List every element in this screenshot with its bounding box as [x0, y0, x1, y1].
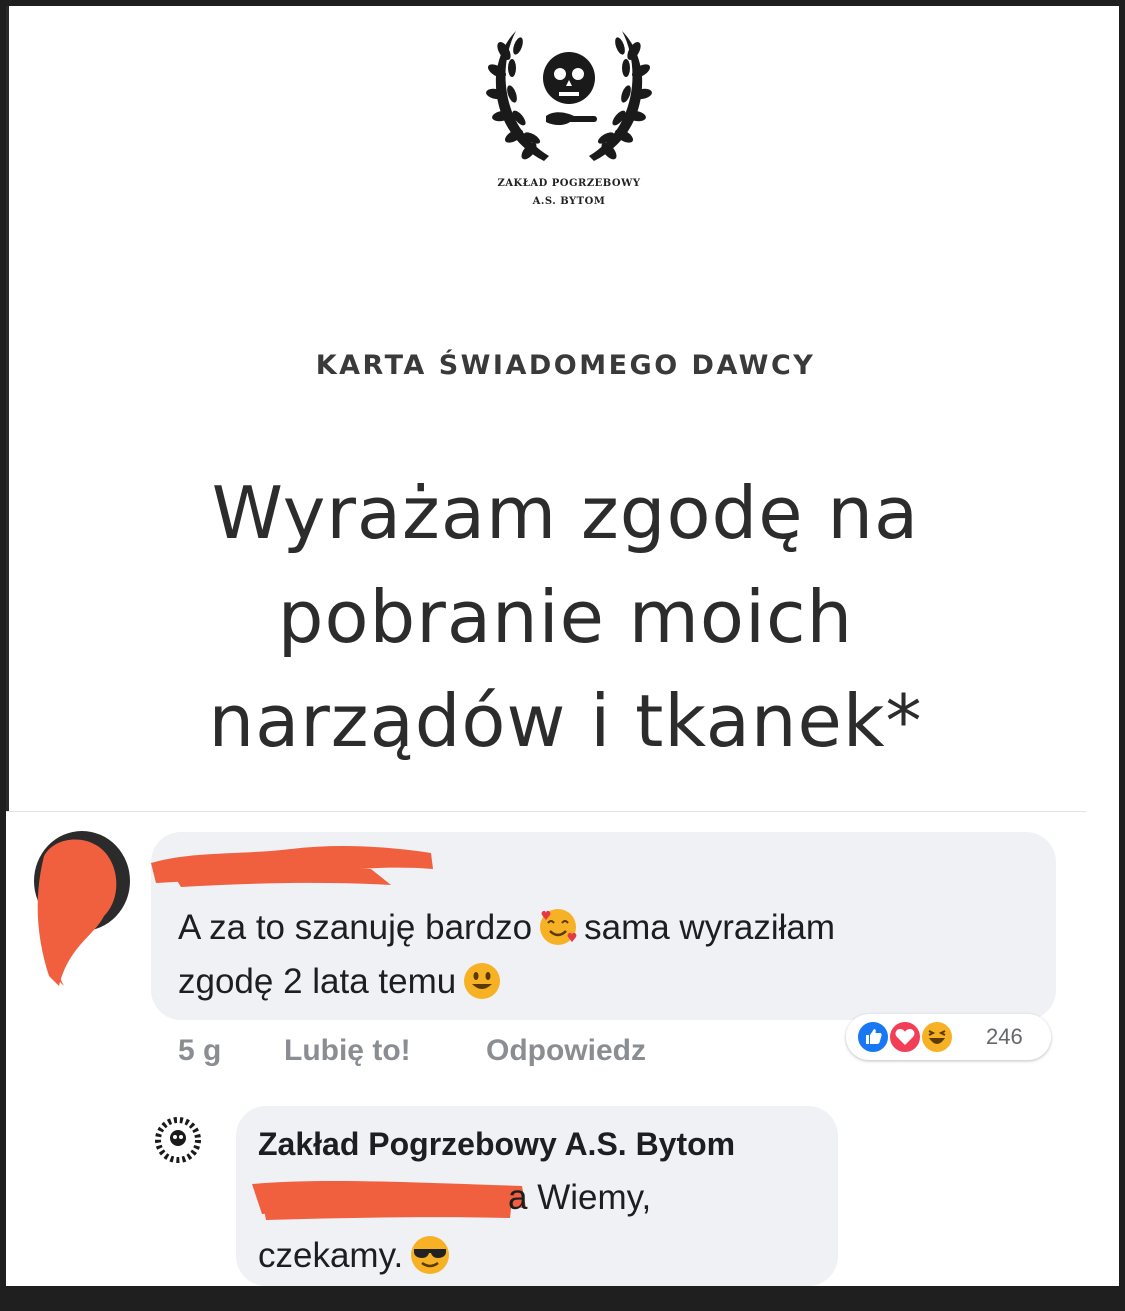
sunglasses-emoji-icon: [411, 1235, 450, 1274]
funeral-home-logo: ZAKŁAD POGRZEBOWY A.S. BYTOM: [474, 16, 664, 216]
smiley-emoji-icon: [464, 962, 501, 999]
reaction-count: 246: [986, 1024, 1023, 1049]
comment-text-part1: A za to szanuję bardzo: [178, 908, 533, 947]
post-divider: [6, 811, 1086, 812]
card-headline: Wyrażam zgodę na pobranie moich narządów…: [9, 461, 1119, 773]
redacted-avatar[interactable]: [24, 826, 134, 996]
skull-laurel-wreath-logo-icon: [486, 31, 652, 161]
funeral-home-avatar[interactable]: [148, 1106, 208, 1176]
comment-timestamp[interactable]: 5 g: [178, 1034, 221, 1068]
comment-text: A za to szanuję bardzo sama wyraziłam zg…: [178, 901, 1038, 1009]
reaction-summary[interactable]: 246: [846, 1014, 1051, 1060]
smiling-face-with-hearts-emoji-icon: [540, 908, 577, 945]
love-reaction-icon: [888, 1020, 922, 1054]
card-subtitle: KARTA ŚWIADOMEGO DAWCY: [315, 350, 816, 381]
comment-text-part3: zgodę 2 lata temu: [178, 962, 457, 1001]
screenshot-frame: ZAKŁAD POGRZEBOWY A.S. BYTOM KARTA ŚWIAD…: [6, 6, 1119, 1286]
reply-text-line1: a Wiemy,: [508, 1178, 652, 1217]
redacted-mention: [252, 1180, 526, 1220]
reply-author-name[interactable]: Zakład Pogrzebowy A.S. Bytom: [258, 1126, 735, 1163]
headline-line-3: narządów i tkanek*: [208, 679, 923, 763]
reply-text-part2: czekamy.: [258, 1236, 404, 1275]
reply-button[interactable]: Odpowiedz: [486, 1034, 646, 1068]
haha-reaction-icon: [920, 1020, 954, 1054]
logo-text-line2: A.S. BYTOM: [532, 196, 606, 207]
comment-text-part2: sama wyraziłam: [584, 908, 836, 947]
like-button[interactable]: Lubię to!: [284, 1034, 411, 1068]
headline-line-1: Wyrażam zgodę na: [211, 471, 920, 555]
reply-text-line2: czekamy.: [258, 1235, 457, 1279]
redacted-commenter-name: [151, 846, 433, 887]
donor-card-image: ZAKŁAD POGRZEBOWY A.S. BYTOM KARTA ŚWIAD…: [6, 6, 1119, 811]
headline-line-2: pobranie moich: [277, 575, 854, 659]
logo-text-line1: ZAKŁAD POGRZEBOWY: [497, 178, 641, 189]
like-reaction-icon: [856, 1020, 890, 1054]
comment-text-line1: A za to szanuję bardzo sama wyraziłam: [178, 901, 1038, 955]
comment-text-line2: zgodę 2 lata temu: [178, 955, 1038, 1009]
